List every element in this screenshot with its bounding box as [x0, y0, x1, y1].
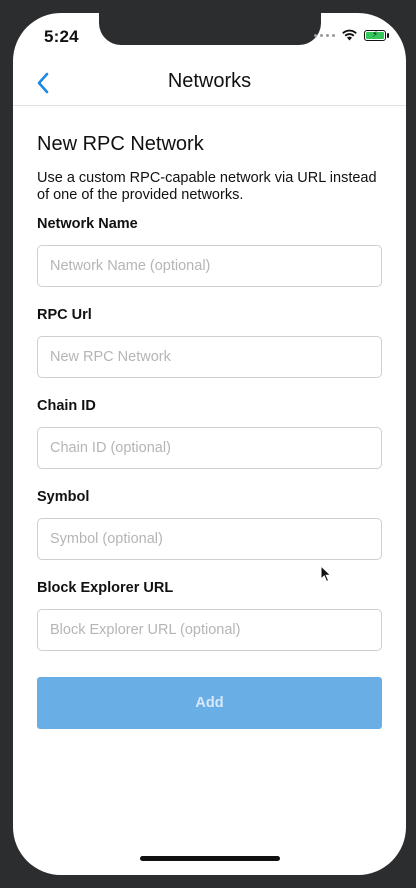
navigation-bar: Networks: [13, 61, 406, 106]
rpc-url-input[interactable]: [37, 336, 382, 378]
symbol-input[interactable]: [37, 518, 382, 560]
form-title: New RPC Network: [37, 133, 204, 155]
form-description: Use a custom RPC-capable network via URL…: [37, 170, 377, 203]
chain-id-input[interactable]: [37, 427, 382, 469]
page-title: Networks: [167, 70, 252, 92]
status-icons: ⚡: [314, 29, 389, 41]
block-explorer-url-input[interactable]: [37, 609, 382, 651]
status-time: 5:24: [44, 27, 79, 46]
network-name-label: Network Name: [37, 216, 138, 232]
wifi-icon: [342, 29, 357, 41]
device-notch: [99, 13, 321, 45]
symbol-label: Symbol: [37, 489, 90, 505]
mouse-cursor-icon: [320, 565, 332, 583]
phone-screen: 5:24 ⚡ Networks New RPC Network Use a cu…: [13, 13, 406, 875]
home-indicator[interactable]: [140, 856, 280, 861]
network-name-input[interactable]: [37, 245, 382, 287]
rpc-url-label: RPC Url: [37, 307, 92, 323]
battery-icon: ⚡: [364, 29, 389, 41]
add-button[interactable]: Add: [37, 677, 382, 729]
rpc-network-form: New RPC Network Use a custom RPC-capable…: [37, 133, 382, 729]
signal-dots-icon: [314, 33, 335, 37]
chain-id-label: Chain ID: [37, 398, 96, 414]
